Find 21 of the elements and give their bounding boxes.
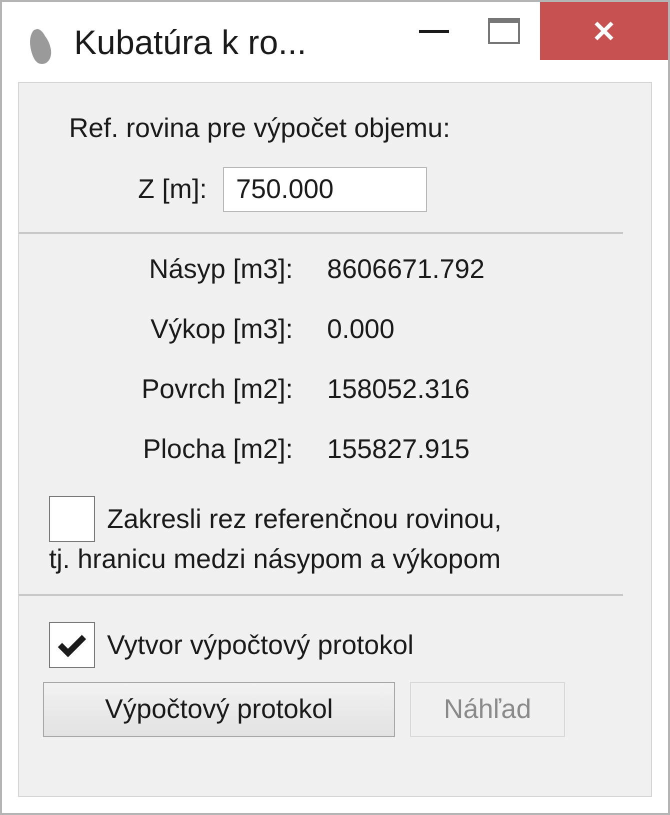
check-icon	[57, 633, 87, 657]
checkbox[interactable]	[49, 622, 95, 668]
result-value: 155827.915	[327, 433, 470, 466]
result-value: 158052.316	[327, 373, 470, 406]
close-icon	[594, 21, 614, 41]
section-heading: Ref. rovina pre výpočet objemu:	[69, 112, 452, 145]
input-field[interactable]: 750.000	[223, 167, 427, 212]
checkbox-label: Zakresli rez referenčnou rovinou,	[107, 503, 502, 536]
protocol-button[interactable]: Výpočtový protokol	[43, 682, 395, 737]
checkbox-label: Vytvor výpočtový protokol	[107, 628, 414, 662]
close-button[interactable]	[540, 2, 668, 60]
result-label: Povrch [m2]:	[140, 373, 293, 406]
checkbox[interactable]	[49, 496, 95, 542]
checkbox-label: tj. hranicu medzi násypom a výkopom	[49, 543, 501, 576]
result-label: Násyp [m3]:	[148, 253, 293, 286]
result-label: Výkop [m3]:	[149, 313, 293, 346]
result-value: 8606671.792	[327, 253, 485, 286]
field-label: Z [m]:	[137, 173, 207, 206]
result-label: Plocha [m2]:	[142, 433, 293, 466]
window-title: Kubatúra k ro...	[74, 23, 306, 64]
result-value: 0.000	[327, 313, 395, 346]
